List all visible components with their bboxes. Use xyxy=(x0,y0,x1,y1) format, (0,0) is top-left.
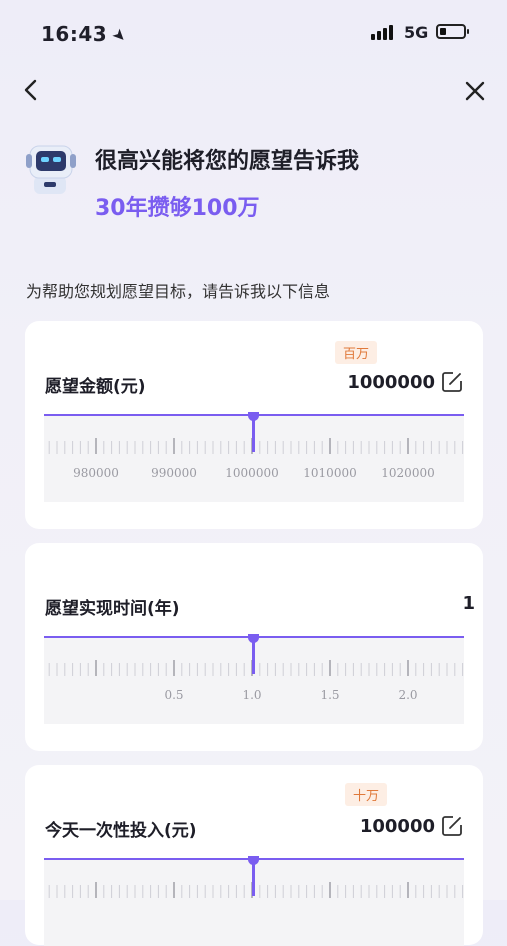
battery-icon xyxy=(436,24,469,39)
time-ruler[interactable]: 0.5 1.0 1.5 2.0 xyxy=(44,634,464,724)
greeting-text: 很高兴能将您的愿望告诉我 xyxy=(95,149,360,174)
ruler-tick-label: 1000000 xyxy=(225,466,279,480)
initial-investment-card: 十万 今天一次性投入(元) 100000 xyxy=(25,765,483,946)
robot-avatar-icon xyxy=(26,140,84,198)
card-label: 愿望金额(元) xyxy=(45,377,146,397)
location-arrow-icon: ➤ xyxy=(108,23,132,48)
card-label: 今天一次性投入(元) xyxy=(45,821,197,841)
status-bar: 16:43➤ 5G xyxy=(0,0,507,70)
amount-ruler[interactable]: 980000 990000 1000000 1010000 1020000 xyxy=(44,412,464,502)
ruler-indicator xyxy=(248,634,259,674)
investment-ruler[interactable] xyxy=(44,856,464,946)
unit-badge: 十万 xyxy=(345,783,388,806)
network-type: 5G xyxy=(404,23,429,42)
ruler-tick-label: 1020000 xyxy=(381,466,435,480)
wish-time-value[interactable]: 1 xyxy=(462,593,475,614)
edit-icon[interactable] xyxy=(441,371,463,393)
close-icon xyxy=(465,81,485,101)
ruler-indicator xyxy=(248,412,259,452)
ruler-tick-label: 0.5 xyxy=(164,688,184,702)
ruler-tick-label: 1.5 xyxy=(320,688,340,702)
wish-time-card: 愿望实现时间(年) 1 0.5 1.0 1.5 2.0 xyxy=(25,543,483,751)
status-time: 16:43➤ xyxy=(41,22,132,48)
wish-title: 30年攒够100万 xyxy=(95,196,260,221)
signal-icon xyxy=(371,25,393,40)
ruler-tick-label: 2.0 xyxy=(398,688,418,702)
ruler-tick-label: 980000 xyxy=(73,466,119,480)
ruler-tick-label: 1.0 xyxy=(242,688,262,702)
initial-investment-value[interactable]: 100000 xyxy=(360,815,463,837)
card-label: 愿望实现时间(年) xyxy=(45,599,180,619)
ruler-indicator xyxy=(248,856,259,896)
ruler-tick-label: 1010000 xyxy=(303,466,357,480)
wish-amount-card: 百万 愿望金额(元) 1000000 980000 990000 1000000 10… xyxy=(25,321,483,529)
close-button[interactable] xyxy=(462,78,488,104)
unit-badge: 百万 xyxy=(335,341,378,364)
ruler-tick-label: 990000 xyxy=(151,466,197,480)
intro-text: 为帮助您规划愿望目标，请告诉我以下信息 xyxy=(26,282,331,301)
wish-amount-value[interactable]: 1000000 xyxy=(347,371,463,393)
chevron-left-icon xyxy=(24,79,37,101)
edit-icon[interactable] xyxy=(441,815,463,837)
back-button[interactable] xyxy=(20,77,44,103)
